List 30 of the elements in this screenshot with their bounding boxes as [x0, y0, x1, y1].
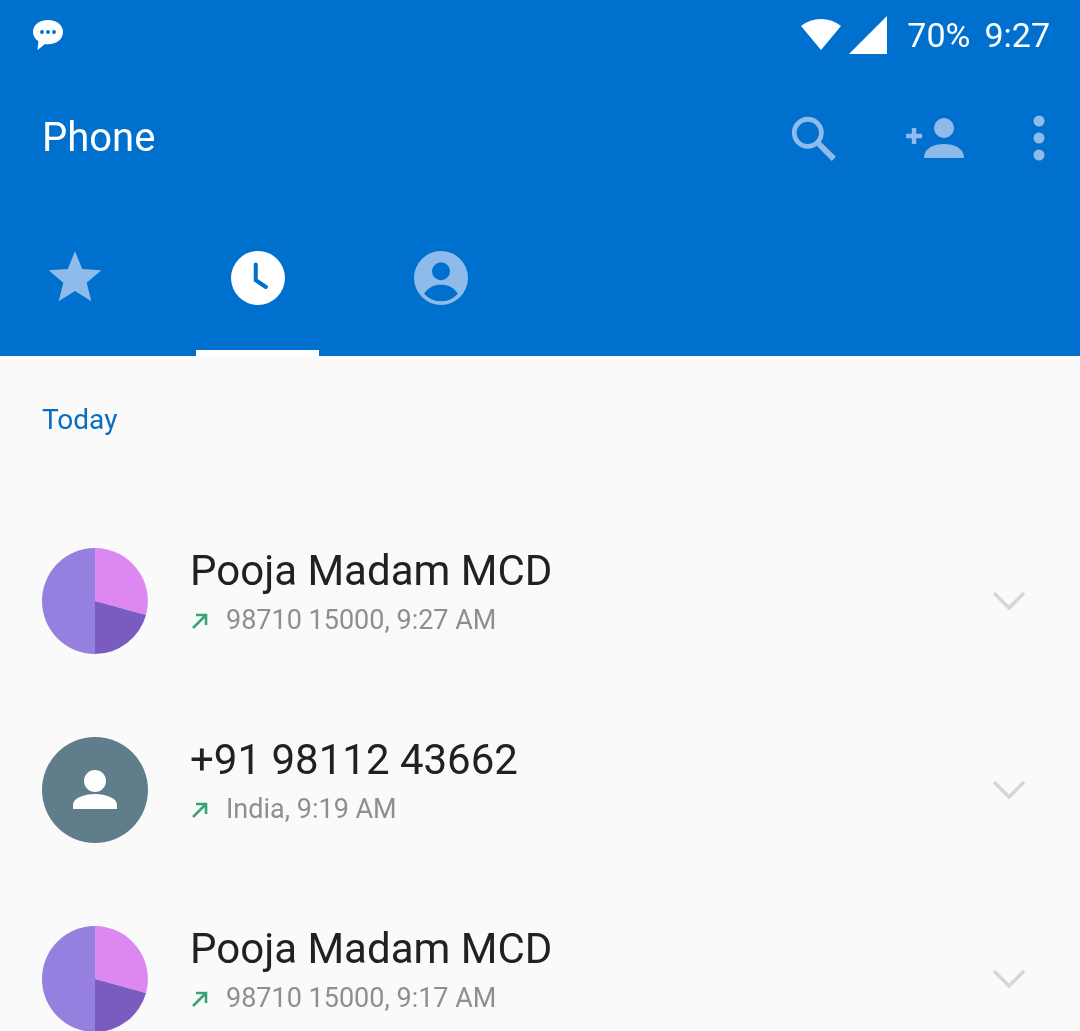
call-log-item[interactable]: Pooja Madam MCD 98710 15000, 9:17 AM [0, 884, 1080, 1031]
caller-name: Pooja Madam MCD [190, 924, 554, 975]
section-header: Today [42, 402, 118, 438]
call-log-item[interactable]: +91 98112 43662 India, 9:19 AM [0, 695, 1080, 884]
chevron-down-icon [992, 779, 1026, 800]
call-detail: 98710 15000, 9:17 AM [226, 981, 497, 1017]
caller-name: Pooja Madam MCD [190, 546, 554, 597]
expand-button[interactable] [992, 590, 1026, 611]
battery-level: 70% [907, 13, 971, 57]
signal-icon [849, 16, 888, 54]
more-options-button[interactable] [1032, 115, 1046, 161]
clock-icon [230, 251, 285, 305]
clock-time: 9:27 [984, 13, 1050, 57]
caller-name: +91 98112 43662 [190, 735, 519, 786]
avatar-icon [42, 547, 148, 654]
app-title: Phone [42, 113, 157, 163]
wifi-icon [799, 18, 844, 52]
avatar-icon [42, 925, 148, 1031]
expand-button[interactable] [992, 779, 1026, 800]
chevron-down-icon [992, 590, 1026, 611]
call-log-item[interactable]: Pooja Madam MCD 98710 15000, 9:27 AM [0, 506, 1080, 695]
avatar-icon [42, 736, 148, 843]
more-options-icon [1032, 115, 1046, 161]
chevron-down-icon [992, 968, 1026, 989]
call-detail: India, 9:19 AM [226, 792, 397, 828]
add-contact-button[interactable] [906, 116, 966, 160]
add-person-icon [906, 116, 966, 160]
expand-button[interactable] [992, 968, 1026, 989]
person-icon [413, 251, 468, 305]
call-detail: 98710 15000, 9:27 AM [226, 603, 497, 639]
